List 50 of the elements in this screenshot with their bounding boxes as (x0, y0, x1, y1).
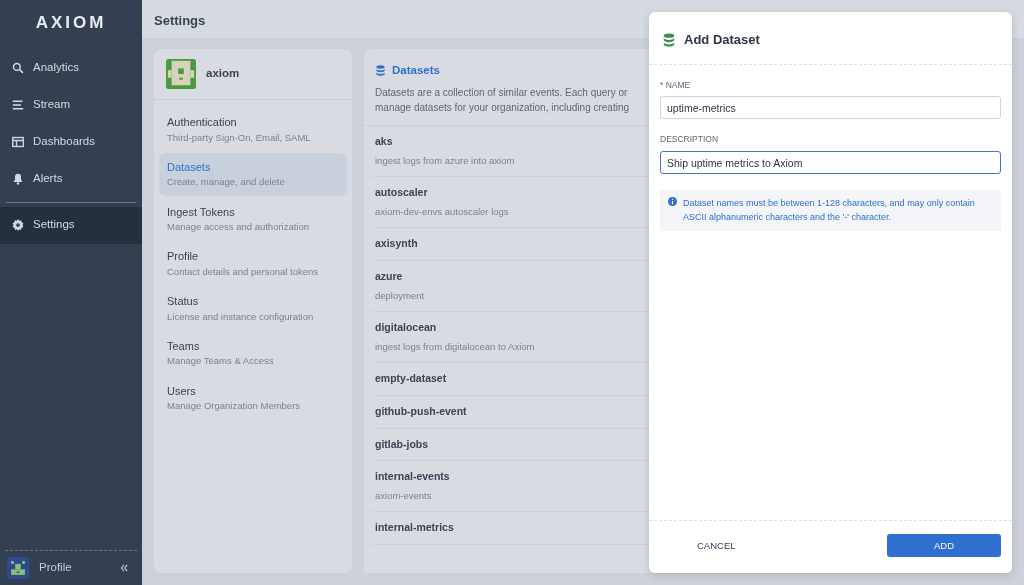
dataset-name: aks (375, 134, 393, 150)
dataset-name: digitalocean (375, 320, 437, 335)
lines-icon (12, 99, 24, 111)
avatar-icon (7, 557, 29, 579)
dataset-name: empty-dataset (375, 371, 447, 386)
dataset-name: internal-metrics (375, 520, 454, 536)
database-icon (375, 65, 386, 77)
settings-nav-item[interactable]: Teams Manage Teams & Access (159, 331, 347, 375)
dataset-description: deployment (375, 288, 425, 303)
dataset-description: ingest logs from digitalocean to Axiom (375, 339, 535, 354)
add-button[interactable]: ADD (887, 534, 1001, 558)
settings-nav-item[interactable]: Profile Contact details and personal tokens (159, 242, 347, 285)
sidebar-item[interactable]: Dashboards (0, 123, 142, 161)
settings-nav-item[interactable]: Status License and instance configuration (159, 287, 347, 330)
settings-nav-item[interactable]: Users Manage Organization Members (159, 376, 347, 420)
settings-icon (12, 219, 24, 231)
settings-nav-item[interactable]: Authentication Third-party Sign-On, Email, SAML (159, 108, 347, 151)
input-field[interactable]: uptime-metrics (660, 96, 1001, 120)
search-icon (12, 62, 24, 74)
double-chevron-icon (119, 563, 129, 573)
cancel-button[interactable]: CANCEL (660, 532, 773, 559)
dataset-name: github-push-event (375, 403, 467, 419)
dataset-name: axisynth (375, 236, 418, 252)
field-label: DESCRIPTION (660, 133, 720, 146)
info-icon (668, 197, 677, 206)
panel-title: Datasets (392, 63, 440, 78)
input-field[interactable]: Ship uptime metrics to Axiom (660, 151, 1001, 174)
settings-nav-item[interactable]: Ingest Tokens Manage access and authorization (159, 197, 347, 241)
field-label: * NAME (660, 78, 692, 92)
dataset-name: internal-events (375, 469, 450, 485)
dataset-description: ingest logs from azure into axiom (375, 154, 515, 168)
dataset-name: gitlab-jobs (375, 436, 429, 452)
profile-link[interactable]: Profile (39, 559, 72, 577)
sidebar-item[interactable]: Stream (0, 86, 142, 124)
logo: AXIOM (34, 12, 108, 34)
sidebar-item[interactable]: Settings (0, 206, 142, 244)
org-name: axiom (206, 66, 240, 82)
info-text: Dataset names must be between 1-128 characters, and may only contain ASCII alphanumeric characters and the '-' character. (683, 197, 976, 224)
bell-icon (12, 173, 24, 185)
dataset-description: axiom-dev-envs autoscaler logs (375, 205, 509, 219)
sidebar-item[interactable]: Alerts (0, 160, 142, 198)
dataset-name: autoscaler (375, 185, 428, 201)
database-icon (662, 32, 676, 47)
sidebar-item[interactable]: Analytics (0, 49, 142, 87)
description-line: Datasets are a collection of similar events. Each query or (375, 86, 628, 101)
layout-icon (12, 136, 24, 148)
dataset-description: axiom-events (375, 489, 432, 503)
description-line: manage datasets for your organization, including creating (375, 101, 630, 116)
org-avatar-icon (166, 59, 196, 89)
dataset-name: azure (375, 269, 403, 284)
